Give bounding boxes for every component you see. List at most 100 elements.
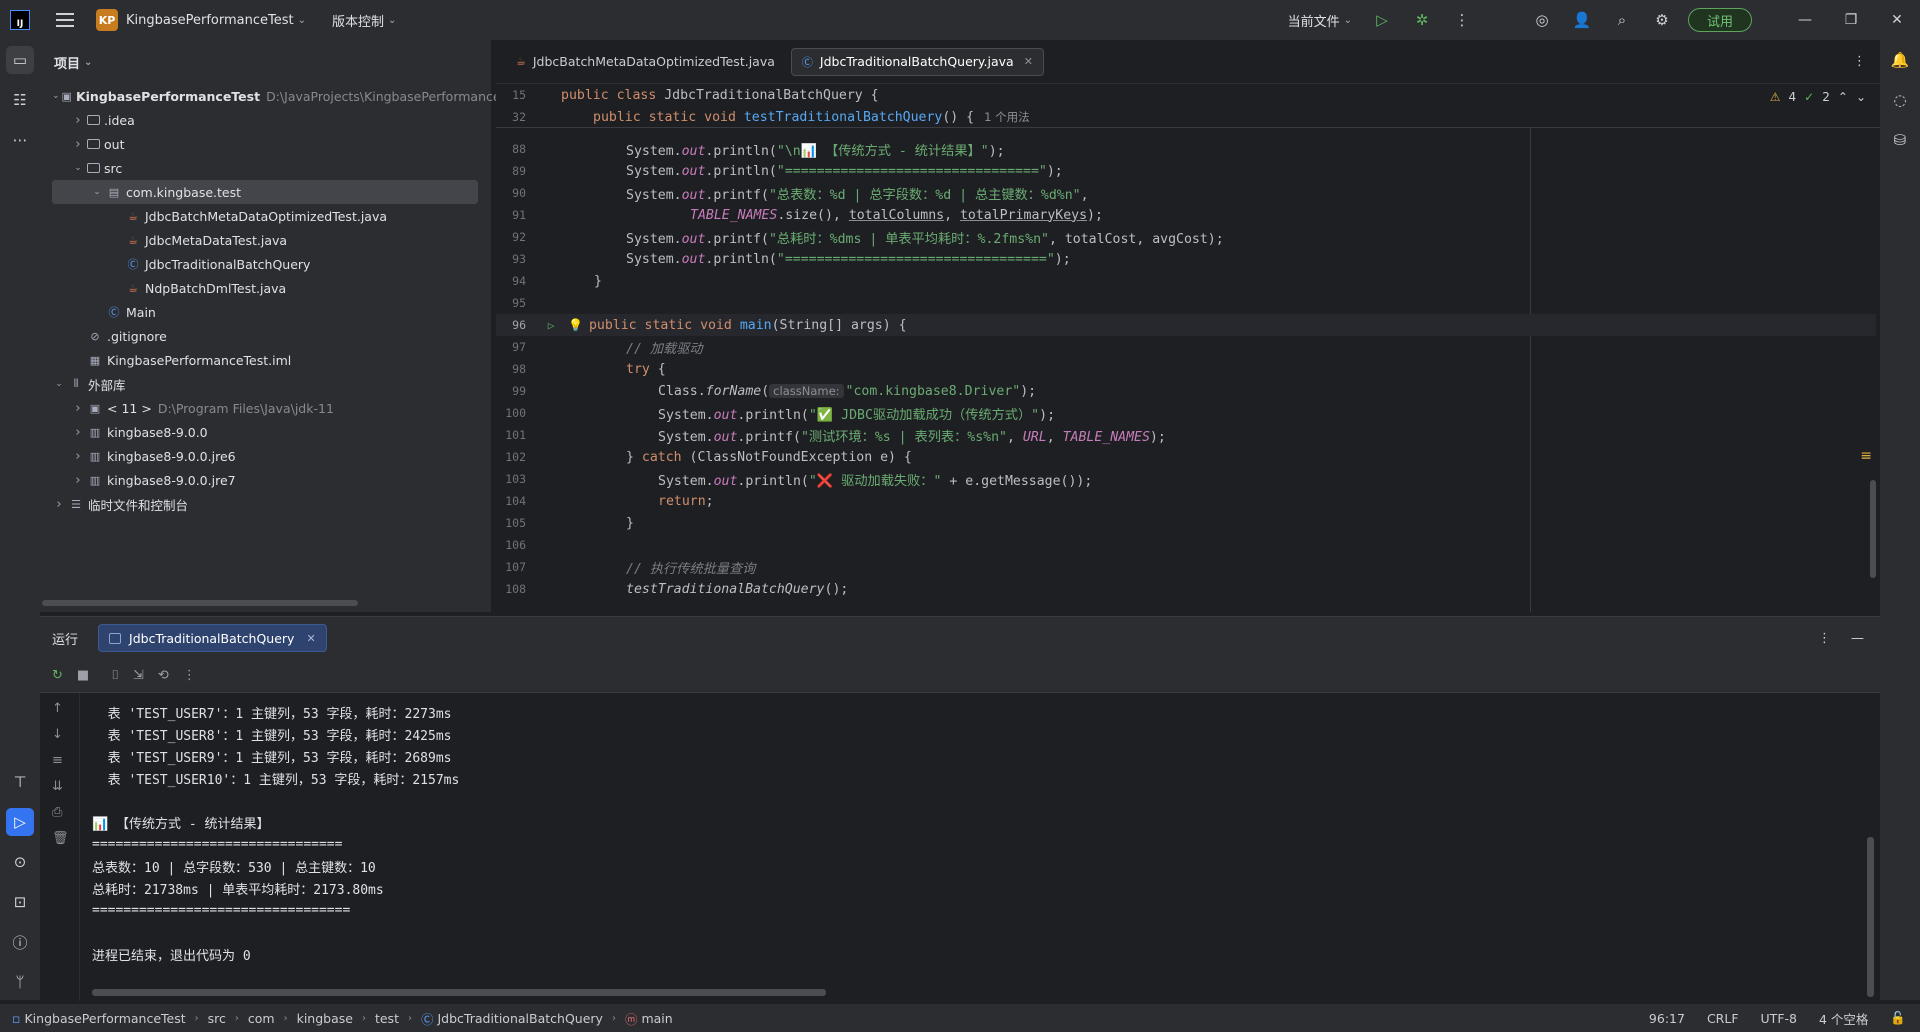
camera-icon[interactable]: ⌷ (111, 668, 119, 683)
export-icon[interactable]: ⇲ (133, 668, 144, 683)
inspection-widget[interactable]: ⚠ 4 ✓ 2 ⌃ ⌄ (1770, 90, 1866, 104)
tree-item[interactable]: Ⓒ Main (52, 300, 478, 324)
build-hammer-icon[interactable]: ⊤ (6, 768, 34, 796)
chevron-right-icon[interactable]: › (71, 137, 85, 152)
vcs-menu[interactable]: 版本控制 ⌄ (332, 0, 396, 40)
tree-item[interactable]: ⌄ ▣ KingbasePerformanceTest D:\JavaProjects… (52, 84, 514, 108)
code-line[interactable]: 102 } catch (ClassNotFoundException e) { (496, 446, 1876, 468)
line-ending[interactable]: CRLF (1707, 1011, 1739, 1026)
notifications-bell-icon[interactable]: 🔔 (1886, 46, 1914, 74)
ai-chat-icon[interactable]: ◌ (1886, 86, 1914, 114)
tree-item[interactable]: ☕ JdbcMetaDataTest.java (52, 228, 478, 252)
scroll-to-end-icon[interactable]: ⇊ (52, 779, 63, 794)
code-line[interactable]: 105 } (496, 512, 1876, 534)
breadcrumb-item[interactable]: com (248, 1011, 275, 1026)
run-tool-icon[interactable]: ▷ (6, 808, 34, 836)
breadcrumb-item[interactable]: KingbasePerformanceTest (24, 1011, 185, 1026)
code-line[interactable]: 98 try { (496, 358, 1876, 380)
more-vertical-icon[interactable]: ⋮ (1442, 0, 1482, 40)
code-line[interactable]: 92 System.out.printf("总耗时：%dms | 单表平均耗时：… (496, 226, 1876, 248)
ai-assistant-icon[interactable]: ◎ (1522, 0, 1562, 40)
code-line[interactable]: 106 (496, 534, 1876, 556)
tree-item[interactable]: ⌄ ▤ com.kingbase.test (52, 180, 478, 204)
more-vertical-icon[interactable]: ⋮ (1818, 631, 1831, 646)
code-line[interactable]: 89 System.out.println("=================… (496, 160, 1876, 182)
code-line[interactable]: 108 testTraditionalBatchQuery(); (496, 578, 1876, 600)
chevron-right-icon[interactable]: › (52, 497, 66, 512)
sticky-line[interactable]: 15 public class JdbcTraditionalBatchQuer… (496, 84, 1876, 106)
database-icon[interactable]: ⛁ (1886, 126, 1914, 154)
trash-icon[interactable]: 🗑 (52, 831, 69, 846)
more-horizontal-icon[interactable]: ⋯ (6, 126, 34, 154)
tab-traditional-batch-query[interactable]: Ⓒ JdbcTraditionalBatchQuery.java ✕ (790, 47, 1044, 76)
usage-hint[interactable]: 1 个用法 (984, 110, 1029, 124)
project-selector[interactable]: KingbasePerformanceTest ⌄ (118, 0, 306, 40)
restore-layout-icon[interactable]: ⟲ (158, 668, 169, 683)
close-icon[interactable]: ✕ (1874, 0, 1920, 40)
close-icon[interactable]: ✕ (1024, 55, 1033, 68)
search-icon[interactable]: ⌕ (1602, 0, 1642, 40)
tab-batch-metadata-test[interactable]: ☕ JdbcBatchMetaDataOptimizedTest.java (506, 48, 785, 76)
main-menu-icon[interactable] (56, 13, 74, 27)
code-line[interactable]: 104 return; (496, 490, 1876, 512)
print-icon[interactable]: ⎙ (52, 805, 62, 820)
breadcrumb-item[interactable]: main (641, 1011, 672, 1026)
soft-wrap-icon[interactable]: ≡ (52, 753, 63, 768)
run-config-selector[interactable]: 当前文件 ⌄ (1288, 0, 1352, 40)
project-panel-header[interactable]: 项目 ⌄ (40, 40, 491, 84)
chevron-up-icon[interactable]: ⌃ (1838, 90, 1848, 104)
stop-icon[interactable]: ■ (77, 668, 89, 683)
tree-item[interactable]: › ▣ < 11 > D:\Program Files\Java\jdk-11 (52, 396, 478, 420)
code-line[interactable]: 97 // 加载驱动 (496, 336, 1876, 358)
terminal-icon[interactable]: ⊡ (6, 888, 34, 916)
add-user-icon[interactable]: 👤 (1562, 0, 1602, 40)
project-folder-icon[interactable]: ▭ (6, 46, 34, 74)
chevron-right-icon[interactable]: › (71, 425, 85, 440)
code-line[interactable]: 94 } (496, 270, 1876, 292)
tree-item[interactable]: › ☰ 临时文件和控制台 (52, 492, 478, 516)
code-line[interactable]: 93 System.out.println("=================… (496, 248, 1876, 270)
chevron-down-icon[interactable]: ⌄ (71, 163, 85, 173)
breadcrumb-item[interactable]: JdbcTraditionalBatchQuery (438, 1011, 603, 1026)
tree-item[interactable]: › ▥ kingbase8-9.0.0 (52, 420, 478, 444)
tree-item[interactable]: ⌄ ⫴ 外部库 (52, 372, 478, 396)
run-gutter-icon[interactable]: ▷ (536, 319, 566, 332)
code-line[interactable]: 100 System.out.println("✅ JDBC驱动加载成功（传统方… (496, 402, 1876, 424)
minimize-panel-icon[interactable]: — (1851, 631, 1864, 646)
code-line[interactable]: 88 System.out.println("\n📊 【传统方式 - 统计结果】… (496, 138, 1876, 160)
run-tab[interactable]: JdbcTraditionalBatchQuery ✕ (98, 624, 327, 652)
restore-icon[interactable]: ❐ (1828, 0, 1874, 40)
tree-item[interactable]: ☕ JdbcBatchMetaDataOptimizedTest.java (52, 204, 478, 228)
arrow-up-icon[interactable]: ↑ (52, 701, 63, 716)
lock-icon[interactable]: 🔓 (1890, 1010, 1906, 1026)
close-icon[interactable]: ✕ (306, 632, 315, 645)
code-line[interactable]: 101 System.out.printf("测试环境：%s | 表列表：%s%… (496, 424, 1876, 446)
tree-item[interactable]: ⊘ .gitignore (52, 324, 478, 348)
breadcrumb-item[interactable]: test (375, 1011, 399, 1026)
horizontal-scrollbar[interactable] (92, 989, 826, 996)
tree-item[interactable]: ⌄ src (52, 156, 478, 180)
minimize-icon[interactable]: — (1782, 0, 1828, 40)
tree-item[interactable]: › .idea (52, 108, 478, 132)
file-encoding[interactable]: UTF-8 (1761, 1011, 1797, 1026)
chevron-down-icon[interactable]: ⌄ (52, 379, 66, 389)
problems-marker-icon[interactable]: ≡ (1860, 448, 1872, 464)
breadcrumb-item[interactable]: src (208, 1011, 226, 1026)
caret-position[interactable]: 96:17 (1649, 1011, 1685, 1026)
vertical-scrollbar[interactable] (1867, 837, 1874, 997)
code-line-current[interactable]: 96 ▷ 💡 public static void main(String[] a… (496, 314, 1876, 336)
chevron-right-icon[interactable]: › (71, 449, 85, 464)
chevron-down-icon[interactable]: ⌄ (52, 91, 60, 101)
rerun-icon[interactable]: ↻ (52, 668, 63, 683)
tree-item[interactable]: ☕ NdpBatchDmlTest.java (52, 276, 478, 300)
chevron-right-icon[interactable]: › (71, 113, 85, 128)
code-line[interactable]: 107 // 执行传统批量查询 (496, 556, 1876, 578)
tree-item[interactable]: ▦ KingbasePerformanceTest.iml (52, 348, 478, 372)
services-icon[interactable]: ⊙ (6, 848, 34, 876)
chevron-right-icon[interactable]: › (71, 473, 85, 488)
tree-item[interactable]: › out (52, 132, 478, 156)
app-logo[interactable]: IJ (10, 10, 30, 30)
git-branch-icon[interactable]: ᛘ (6, 968, 34, 996)
problems-icon[interactable]: ⓘ (6, 928, 34, 956)
trial-button[interactable]: 试用 (1687, 8, 1752, 32)
